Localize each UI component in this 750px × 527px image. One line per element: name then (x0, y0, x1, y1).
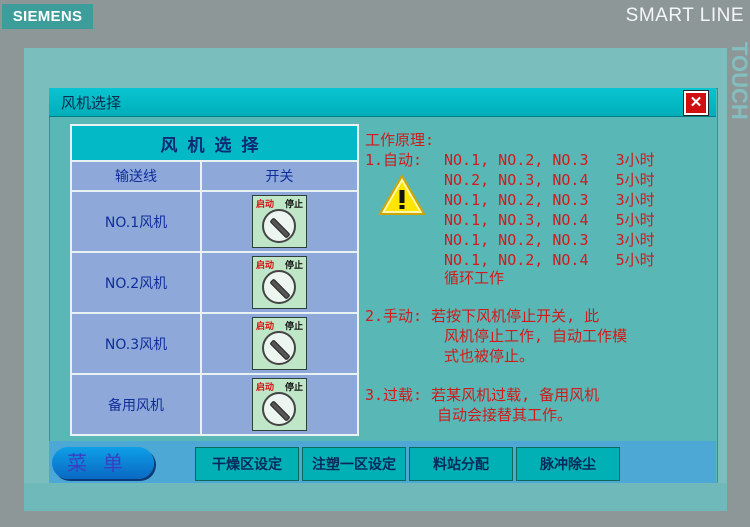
fan-label: NO.1风机 (104, 214, 168, 231)
auto-line: 循环工作 (444, 269, 505, 287)
manual-line: 风机停止工作, 自动工作模 (444, 327, 628, 345)
injection-zone1-setting-button[interactable]: 注塑一区设定 (302, 447, 406, 481)
rotary-switch-icon (262, 270, 296, 304)
fan-table: 风机选择 输送线 开关 NO.1风机 启动 停止 NO.2风机 启动 停止 NO… (70, 124, 359, 436)
switch-auto-label: 启动 (256, 261, 275, 271)
table-row: NO.1风机 启动 停止 (70, 190, 359, 253)
siemens-logo: SIEMENS (2, 4, 93, 29)
col-header-switch: 开关 (200, 160, 359, 192)
manual-line: 2.手动: 若按下风机停止开关, 此 (365, 307, 600, 325)
material-station-assign-button[interactable]: 料站分配 (409, 447, 513, 481)
pulse-dust-removal-button[interactable]: 脉冲除尘 (516, 447, 620, 481)
table-row: NO.3风机 启动 停止 (70, 312, 359, 375)
auto-line: NO.1, NO.2, NO.4 5小时 (444, 251, 655, 269)
fan-label: NO.3风机 (104, 336, 168, 353)
fan-table-title: 风机选择 (70, 124, 359, 162)
switch-stop-label: 停止 (284, 261, 303, 271)
auto-line: NO.1, NO.2, NO.3 3小时 (444, 191, 655, 209)
window-titlebar: 风机选择 ✕ (49, 88, 716, 117)
window-title: 风机选择 (61, 94, 122, 112)
auto-line: NO.2, NO.3, NO.4 5小时 (444, 171, 655, 189)
switch-stop-label: 停止 (284, 200, 303, 210)
switch-auto-label: 启动 (256, 322, 275, 332)
fan1-switch[interactable]: 启动 停止 (252, 195, 307, 248)
switch-stop-label: 停止 (284, 383, 303, 393)
principle-title: 工作原理: (365, 131, 435, 149)
switch-auto-label: 启动 (256, 383, 275, 393)
model-label: SMART LINE (625, 5, 744, 26)
auto-line: NO.1, NO.2, NO.3 3小时 (444, 231, 655, 249)
auto-line: NO.1, NO.2, NO.3 3小时 (444, 151, 655, 169)
close-icon[interactable]: ✕ (684, 91, 708, 115)
rotary-switch-icon (262, 392, 296, 426)
col-header-line: 输送线 (70, 160, 202, 192)
bottom-strip (24, 483, 727, 511)
fan-label: 备用风机 (108, 397, 164, 414)
rotary-switch-icon (262, 331, 296, 365)
drying-zone-setting-button[interactable]: 干燥区设定 (195, 447, 299, 481)
fan3-switch[interactable]: 启动 停止 (252, 317, 307, 370)
spare-fan-switch[interactable]: 启动 停止 (252, 378, 307, 431)
touch-label: TOUCH (727, 42, 750, 120)
fan-label: NO.2风机 (104, 275, 168, 292)
fan2-switch[interactable]: 启动 停止 (252, 256, 307, 309)
rotary-switch-icon (262, 209, 296, 243)
manual-line: 式也被停止。 (444, 347, 535, 365)
table-row: 备用风机 启动 停止 (70, 373, 359, 436)
switch-stop-label: 停止 (284, 322, 303, 332)
table-row: NO.2风机 启动 停止 (70, 251, 359, 314)
auto-line: NO.1, NO.3, NO.4 5小时 (444, 211, 655, 229)
menu-button[interactable]: 菜单 (52, 447, 154, 479)
overload-line: 自动会接替其工作。 (437, 406, 573, 424)
overload-line: 3.过载: 若某风机过载, 备用风机 (365, 386, 600, 404)
auto-label: 1.自动: (365, 151, 423, 169)
warning-triangle-icon (378, 174, 426, 215)
switch-auto-label: 启动 (256, 200, 275, 210)
